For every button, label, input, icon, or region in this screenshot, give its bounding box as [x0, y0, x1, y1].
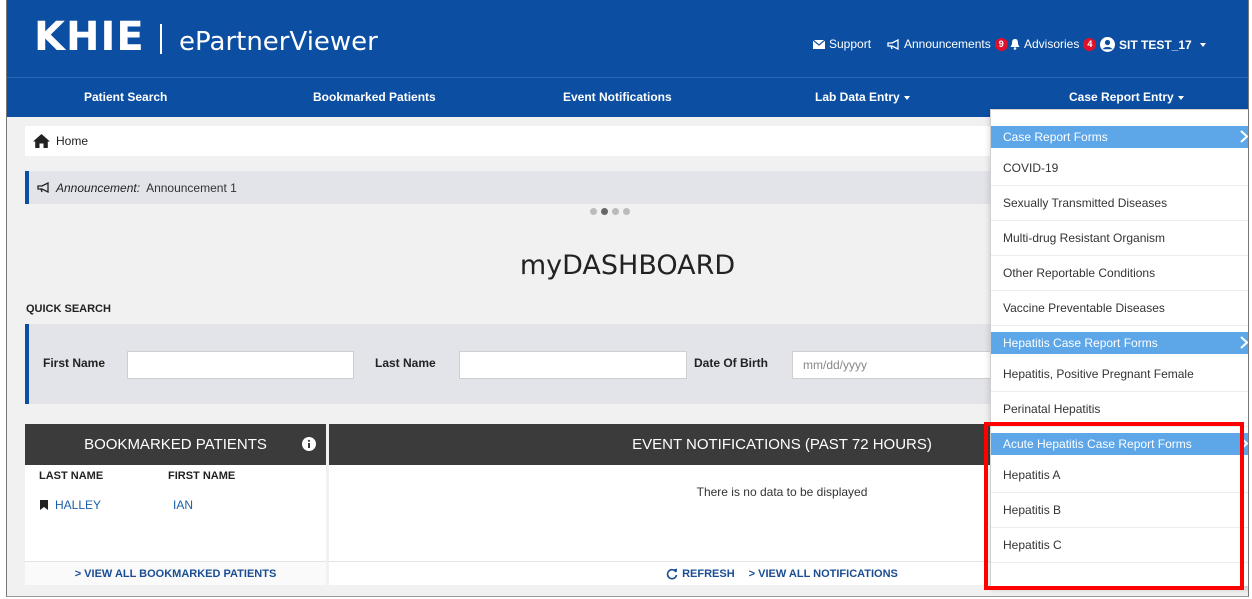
carousel-dot-active[interactable]	[601, 208, 608, 215]
user-name: SIT TEST_17	[1119, 37, 1192, 52]
info-icon[interactable]	[302, 437, 316, 451]
app-title: ePartnerViewer	[179, 27, 378, 57]
row-first-name[interactable]: IAN	[173, 498, 193, 512]
last-name-label: Last Name	[375, 356, 436, 370]
menu-item-vaccine-preventable[interactable]: Vaccine Preventable Diseases	[991, 291, 1248, 326]
menu-item-hep-pregnant[interactable]: Hepatitis, Positive Pregnant Female	[991, 357, 1248, 392]
view-all-bookmarked-link[interactable]: > VIEW ALL BOOKMARKED PATIENTS	[25, 561, 326, 585]
row-last-name[interactable]: HALLEY	[55, 498, 101, 512]
bookmarked-panel-title: BOOKMARKED PATIENTS	[84, 436, 267, 453]
case-report-forms-label: Case Report Forms	[1003, 130, 1108, 144]
nav-lab-label: Lab Data Entry	[815, 90, 900, 104]
advisories-link[interactable]: Advisories 4	[1010, 37, 1097, 51]
nav-lab-data-entry[interactable]: Lab Data Entry	[815, 90, 910, 104]
bell-icon	[1010, 38, 1020, 50]
nav-patient-search[interactable]: Patient Search	[84, 90, 167, 104]
first-name-input[interactable]	[127, 351, 354, 379]
dob-input[interactable]	[792, 351, 1002, 379]
menu-item-std[interactable]: Sexually Transmitted Diseases	[991, 186, 1248, 221]
chevron-right-icon	[1240, 130, 1248, 143]
app-window: KHIE ePartnerViewer Support Announcement…	[6, 0, 1249, 597]
carousel-dot[interactable]	[623, 208, 630, 215]
home-icon[interactable]	[33, 134, 50, 148]
chevron-right-icon	[1240, 336, 1248, 349]
user-circle-icon	[1100, 37, 1115, 52]
hepatitis-forms-label: Hepatitis Case Report Forms	[1003, 336, 1158, 350]
acute-hepatitis-forms-header[interactable]: Acute Hepatitis Case Report Forms	[991, 433, 1248, 455]
menu-item-hepatitis-c[interactable]: Hepatitis C	[991, 528, 1248, 563]
dob-label: Date Of Birth	[694, 356, 769, 370]
menu-item-other-reportable[interactable]: Other Reportable Conditions	[991, 256, 1248, 291]
hepatitis-forms-header[interactable]: Hepatitis Case Report Forms	[991, 332, 1248, 354]
announcements-link[interactable]: Announcements 9	[887, 37, 1008, 51]
case-report-forms-header[interactable]: Case Report Forms	[991, 126, 1248, 148]
megaphone-icon	[37, 182, 49, 193]
carousel-dot[interactable]	[590, 208, 597, 215]
menu-item-hepatitis-a[interactable]: Hepatitis A	[991, 458, 1248, 493]
refresh-button[interactable]: REFRESH	[666, 568, 735, 580]
menu-item-covid-19[interactable]: COVID-19	[991, 151, 1248, 186]
last-name-input[interactable]	[459, 351, 687, 379]
breadcrumb-home[interactable]: Home	[56, 134, 88, 148]
menu-item-mdro[interactable]: Multi-drug Resistant Organism	[991, 221, 1248, 256]
chevron-down-icon	[1199, 42, 1206, 47]
nav-event-notifications[interactable]: Event Notifications	[563, 90, 672, 104]
nav-bookmarked-patients[interactable]: Bookmarked Patients	[313, 90, 436, 104]
announcements-label: Announcements	[904, 37, 991, 51]
announcements-badge: 9	[994, 37, 1008, 51]
menu-item-perinatal-hep[interactable]: Perinatal Hepatitis	[991, 392, 1248, 427]
logo-divider	[160, 24, 162, 54]
user-menu[interactable]: SIT TEST_17	[1100, 37, 1206, 52]
quick-search-title: QUICK SEARCH	[26, 303, 111, 315]
advisories-badge: 4	[1083, 37, 1097, 51]
chevron-down-icon	[1177, 95, 1184, 100]
acute-hepatitis-forms-label: Acute Hepatitis Case Report Forms	[1003, 437, 1192, 451]
carousel-dots	[590, 208, 630, 215]
nav-case-label: Case Report Entry	[1069, 90, 1174, 104]
nav-case-report-entry[interactable]: Case Report Entry	[1069, 90, 1184, 104]
khie-logo[interactable]: KHIE	[34, 14, 145, 60]
col-last-name[interactable]: LAST NAME	[39, 470, 103, 482]
chevron-right-icon	[1240, 437, 1248, 450]
top-header: KHIE ePartnerViewer Support Announcement…	[7, 0, 1248, 77]
announcement-text: Announcement 1	[146, 180, 237, 195]
event-panel-title: EVENT NOTIFICATIONS (PAST 72 HOURS)	[632, 436, 932, 453]
bookmarked-panel-header: BOOKMARKED PATIENTS	[25, 424, 326, 465]
bookmarked-patients-panel: BOOKMARKED PATIENTS LAST NAME FIRST NAME…	[25, 424, 326, 585]
menu-item-hepatitis-b[interactable]: Hepatitis B	[991, 493, 1248, 528]
megaphone-icon	[887, 38, 899, 50]
advisories-label: Advisories	[1024, 37, 1080, 51]
view-all-notifications-link[interactable]: > VIEW ALL NOTIFICATIONS	[749, 568, 898, 580]
support-label: Support	[829, 37, 872, 51]
announcement-label: Announcement:	[56, 180, 141, 195]
refresh-label: REFRESH	[682, 567, 735, 580]
chevron-down-icon	[903, 95, 910, 100]
support-link[interactable]: Support	[813, 37, 871, 51]
bookmark-icon[interactable]	[40, 500, 48, 510]
refresh-icon	[666, 568, 678, 579]
case-report-dropdown: Case Report Forms COVID-19 Sexually Tran…	[990, 109, 1248, 587]
col-first-name[interactable]: FIRST NAME	[168, 470, 235, 482]
carousel-dot[interactable]	[612, 208, 619, 215]
envelope-icon	[813, 39, 825, 49]
first-name-label: First Name	[43, 356, 106, 370]
